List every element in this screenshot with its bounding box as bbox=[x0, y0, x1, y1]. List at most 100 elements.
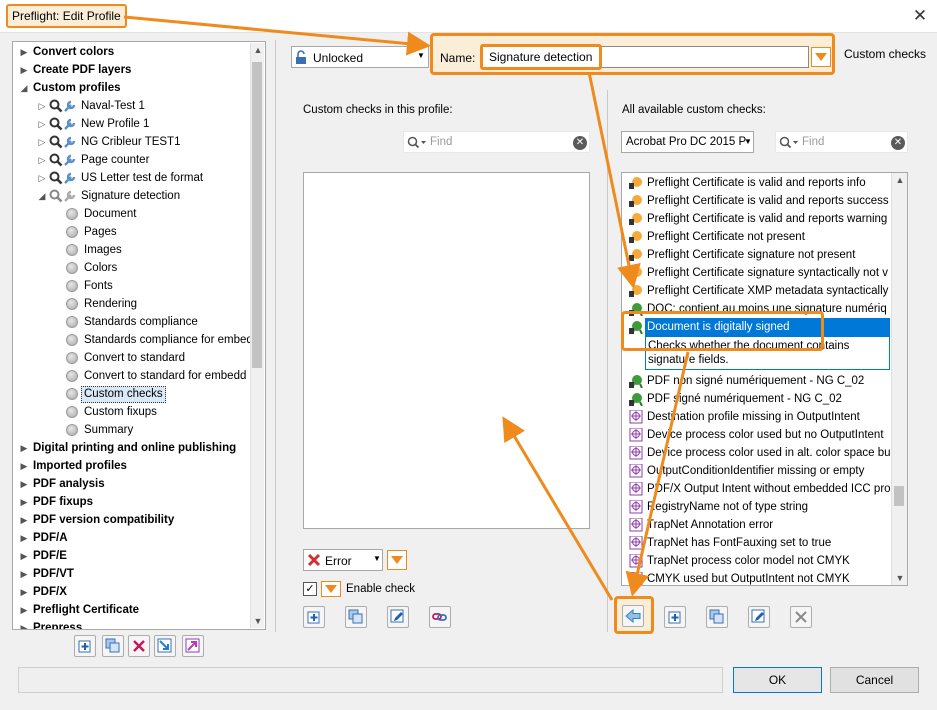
tree-item[interactable]: Standards compliance for embed bbox=[13, 331, 253, 349]
tree-item[interactable]: Convert to standard bbox=[13, 349, 251, 367]
expand-icon[interactable]: ▶ bbox=[19, 601, 29, 619]
tree-item[interactable]: ▷ US Letter test de format bbox=[13, 169, 251, 187]
expand-icon[interactable]: ▶ bbox=[19, 565, 29, 583]
tree-item[interactable]: ▶ Convert colors bbox=[13, 43, 251, 61]
close-icon[interactable]: ✕ bbox=[910, 6, 930, 26]
right-divider[interactable] bbox=[607, 90, 608, 632]
tree-item[interactable]: Fonts bbox=[13, 277, 251, 295]
expand-icon[interactable]: ▶ bbox=[19, 43, 29, 61]
scroll-down-icon[interactable]: ▼ bbox=[251, 614, 265, 628]
collapse-icon[interactable]: ◢ bbox=[19, 79, 29, 97]
available-check-item[interactable]: PDF signé numériquement - NG C_02 bbox=[622, 390, 892, 408]
available-check-item[interactable]: Device process color used in alt. color … bbox=[622, 444, 892, 462]
new-available-check-button[interactable] bbox=[664, 606, 686, 628]
tree-item[interactable]: ▷ Page counter bbox=[13, 151, 251, 169]
edit-check-button[interactable] bbox=[387, 606, 409, 628]
tree-item[interactable]: Custom checks bbox=[13, 385, 251, 403]
available-checks-scrollbar[interactable]: ▲ ▼ bbox=[891, 173, 907, 585]
cancel-button[interactable]: Cancel bbox=[830, 667, 919, 693]
enable-check-checkbox[interactable]: ✓ bbox=[303, 582, 317, 596]
tree-item[interactable]: ▶ PDF/VT bbox=[13, 565, 251, 583]
expand-icon[interactable]: ▶ bbox=[19, 439, 29, 457]
scroll-up-icon[interactable]: ▲ bbox=[893, 173, 907, 187]
tree-item[interactable]: ◢ Custom profiles bbox=[13, 79, 251, 97]
tree-item[interactable]: Convert to standard for embedd bbox=[13, 367, 251, 385]
tree-item[interactable]: Colors bbox=[13, 259, 251, 277]
tree-item[interactable]: ▶ PDF/E bbox=[13, 547, 251, 565]
available-check-item[interactable]: PDF non signé numériquement - NG C_02 bbox=[622, 372, 892, 390]
expand-icon[interactable]: ▶ bbox=[19, 511, 29, 529]
available-check-item[interactable]: TrapNet has FontFauxing set to true bbox=[622, 534, 892, 552]
available-check-item[interactable]: Preflight Certificate is valid and repor… bbox=[622, 192, 892, 210]
import-profile-button[interactable] bbox=[154, 635, 176, 657]
delete-profile-button[interactable] bbox=[128, 635, 150, 657]
unlink-check-button[interactable] bbox=[429, 606, 451, 628]
tree-item[interactable]: Rendering bbox=[13, 295, 251, 313]
add-to-profile-button[interactable] bbox=[622, 605, 644, 627]
expand-icon[interactable]: ▶ bbox=[19, 475, 29, 493]
expand-icon[interactable]: ▶ bbox=[19, 61, 29, 79]
tree-item[interactable]: Pages bbox=[13, 223, 251, 241]
available-check-item[interactable]: Preflight Certificate signature not pres… bbox=[622, 246, 892, 264]
name-options-button[interactable] bbox=[811, 47, 831, 67]
version-select[interactable]: Acrobat Pro DC 2015 P ▼ bbox=[621, 131, 754, 153]
available-check-item[interactable]: Device process color used but no OutputI… bbox=[622, 426, 892, 444]
profile-checks-search[interactable]: Find ✕ bbox=[403, 131, 590, 153]
expand-icon[interactable]: ▷ bbox=[37, 151, 47, 169]
available-checks-search[interactable]: Find ✕ bbox=[775, 131, 908, 153]
available-check-item[interactable]: RegistryName not of type string bbox=[622, 498, 892, 516]
expand-icon[interactable]: ▷ bbox=[37, 97, 47, 115]
edit-available-check-button[interactable] bbox=[748, 606, 770, 628]
expand-icon[interactable]: ▶ bbox=[19, 583, 29, 601]
tree-item[interactable]: ▷ Naval-Test 1 bbox=[13, 97, 251, 115]
new-check-button[interactable] bbox=[303, 606, 325, 628]
tree-item[interactable]: ▷ NG Cribleur TEST1 bbox=[13, 133, 251, 151]
tree-item[interactable]: ▶ Digital printing and online publishing bbox=[13, 439, 251, 457]
profile-tree[interactable]: ▶ Convert colors ▶ Create PDF layers ◢ Custom… bbox=[12, 41, 266, 630]
delete-available-check-button[interactable] bbox=[790, 606, 812, 628]
export-profile-button[interactable] bbox=[182, 635, 204, 657]
available-check-item[interactable]: Preflight Certificate is valid and repor… bbox=[622, 210, 892, 228]
available-check-item[interactable]: TrapNet Annotation error bbox=[622, 516, 892, 534]
tree-item[interactable]: ▶ PDF fixups bbox=[13, 493, 251, 511]
tree-item[interactable]: ▶ Prepress bbox=[13, 619, 251, 629]
available-check-item[interactable]: PDF/X Output Intent without embedded ICC… bbox=[622, 480, 892, 498]
available-checks-list[interactable]: Preflight Certificate is valid and repor… bbox=[621, 172, 908, 586]
expand-icon[interactable]: ▷ bbox=[37, 133, 47, 151]
available-checks-scroll-thumb[interactable] bbox=[894, 486, 904, 506]
scroll-down-icon[interactable]: ▼ bbox=[893, 571, 907, 585]
tree-item[interactable]: Standards compliance bbox=[13, 313, 251, 331]
available-check-item[interactable]: Destination profile missing in OutputInt… bbox=[622, 408, 892, 426]
tree-item[interactable]: ◢ Signature detection bbox=[13, 187, 251, 205]
profile-checks-list[interactable] bbox=[303, 172, 590, 529]
expand-icon[interactable]: ▶ bbox=[19, 457, 29, 475]
tree-item[interactable]: Images bbox=[13, 241, 251, 259]
expand-icon[interactable]: ▶ bbox=[19, 493, 29, 511]
left-divider[interactable] bbox=[275, 40, 276, 632]
new-profile-button[interactable] bbox=[74, 635, 96, 657]
tree-item[interactable]: ▶ PDF/A bbox=[13, 529, 251, 547]
duplicate-check-button[interactable] bbox=[345, 606, 367, 628]
tree-item[interactable]: ▶ Imported profiles bbox=[13, 457, 251, 475]
available-check-item[interactable]: Preflight Certificate XMP metadata synta… bbox=[622, 282, 892, 300]
available-check-item[interactable]: TrapNet process color model not CMYK bbox=[622, 552, 892, 570]
duplicate-available-check-button[interactable] bbox=[706, 606, 728, 628]
available-check-item[interactable]: Preflight Certificate signature syntacti… bbox=[622, 264, 892, 282]
expand-icon[interactable]: ▷ bbox=[37, 169, 47, 187]
enable-check-options-button[interactable] bbox=[321, 581, 341, 597]
tree-item[interactable]: ▶ Preflight Certificate bbox=[13, 601, 251, 619]
clear-search-icon[interactable]: ✕ bbox=[891, 136, 905, 150]
tree-item[interactable]: ▶ PDF analysis bbox=[13, 475, 251, 493]
duplicate-profile-button[interactable] bbox=[102, 635, 124, 657]
tree-item[interactable]: Custom fixups bbox=[13, 403, 251, 421]
expand-icon[interactable]: ▶ bbox=[19, 529, 29, 547]
tree-item[interactable]: ▷ New Profile 1 bbox=[13, 115, 251, 133]
collapse-icon[interactable]: ◢ bbox=[37, 187, 47, 205]
expand-icon[interactable]: ▶ bbox=[19, 547, 29, 565]
tree-item[interactable]: Document bbox=[13, 205, 251, 223]
tree-item[interactable]: ▶ PDF version compatibility bbox=[13, 511, 251, 529]
severity-options-button[interactable] bbox=[387, 550, 407, 570]
tree-item[interactable]: ▶ Create PDF layers bbox=[13, 61, 251, 79]
tree-item[interactable]: Summary bbox=[13, 421, 251, 439]
available-check-item[interactable]: Preflight Certificate not present bbox=[622, 228, 892, 246]
